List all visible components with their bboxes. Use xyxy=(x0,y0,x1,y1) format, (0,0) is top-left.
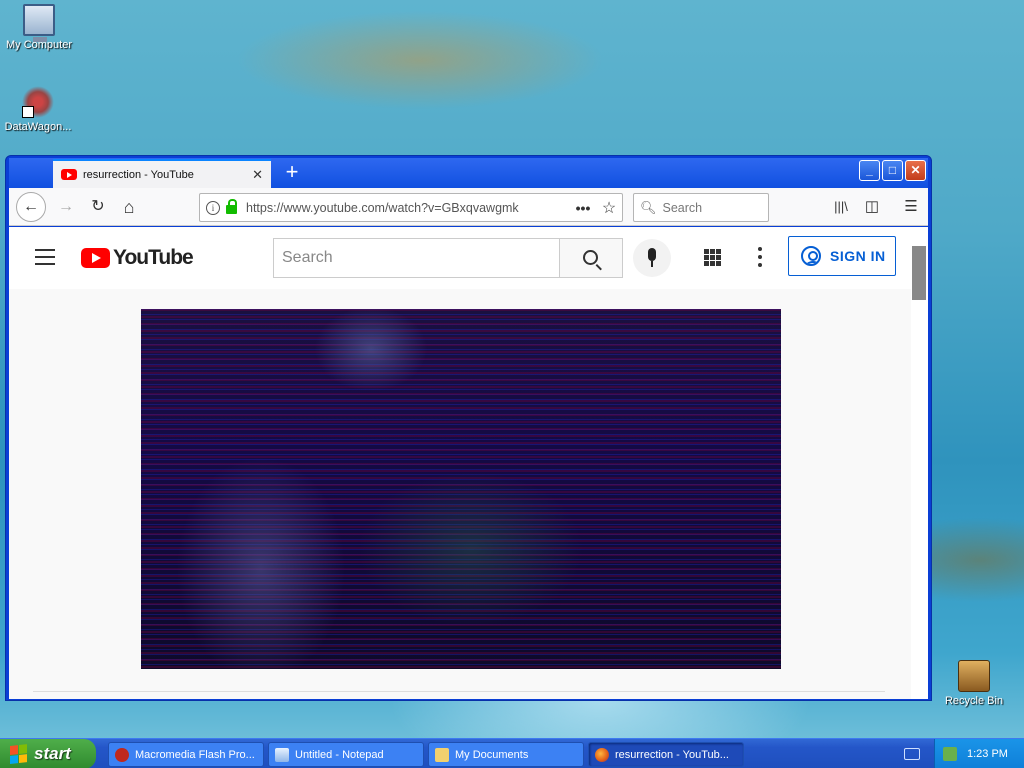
forward-button[interactable]: → xyxy=(53,194,79,220)
clock[interactable]: 1:23 PM xyxy=(967,748,1008,760)
search-icon: 🔍︎ xyxy=(640,199,657,215)
user-account-icon xyxy=(801,246,821,266)
menu-button[interactable]: ☰ xyxy=(899,195,923,219)
youtube-logo-text: YouTube xyxy=(113,246,194,269)
magnifier-icon xyxy=(583,250,598,265)
youtube-play-icon xyxy=(81,248,110,268)
url-text[interactable]: https://www.youtube.com/watch?v=GBxqvawg… xyxy=(246,201,570,215)
sign-in-label: SIGN IN xyxy=(830,248,886,264)
taskbar-item-label: resurrection - YouTub... xyxy=(615,748,729,761)
maximize-button[interactable]: □ xyxy=(882,160,903,181)
sidebar-toggle-button[interactable]: ◫ xyxy=(860,195,884,219)
scrollbar-thumb[interactable] xyxy=(912,246,926,300)
close-tab-icon[interactable]: ✕ xyxy=(252,167,263,183)
taskbar-item-firefox[interactable]: resurrection - YouTub... xyxy=(588,742,744,767)
page-viewport: YouTube Search SIGN IN xyxy=(9,227,925,699)
windows-logo-icon xyxy=(10,744,28,764)
microphone-icon[interactable] xyxy=(633,239,671,277)
new-tab-button[interactable]: + xyxy=(279,161,305,185)
lock-icon xyxy=(226,199,237,214)
bookmark-star-icon[interactable]: ☆ xyxy=(596,198,622,218)
address-bar[interactable]: i https://www.youtube.com/watch?v=GBxqva… xyxy=(199,193,623,222)
desktop-icon-recycle-bin[interactable]: Recycle Bin xyxy=(936,660,1012,707)
minimize-button[interactable]: _ xyxy=(859,160,880,181)
system-tray: 1:23 PM xyxy=(934,739,1024,768)
start-button[interactable]: start xyxy=(0,739,96,768)
tab-title: resurrection - YouTube xyxy=(83,168,194,181)
page-actions-button[interactable]: ••• xyxy=(570,200,596,216)
sign-in-button[interactable]: SIGN IN xyxy=(788,236,896,276)
more-options-icon[interactable] xyxy=(758,247,762,267)
taskbar: start Macromedia Flash Pro... Untitled -… xyxy=(0,738,1024,768)
folder-icon xyxy=(435,747,449,762)
site-info-icon[interactable]: i xyxy=(206,200,220,215)
taskbar-item-flash[interactable]: Macromedia Flash Pro... xyxy=(108,742,264,767)
youtube-favicon-icon xyxy=(61,169,77,180)
reload-button[interactable]: ↻ xyxy=(85,194,111,220)
desktop-icon-my-computer[interactable]: My Computer xyxy=(1,4,77,51)
navigation-toolbar: ← → ↻ ⌂ i https://www.youtube.com/watch?… xyxy=(9,188,928,226)
guide-menu-icon[interactable] xyxy=(35,249,55,265)
divider xyxy=(33,691,885,692)
firefox-icon xyxy=(595,747,609,762)
desktop-icon-label: Recycle Bin xyxy=(944,695,1004,707)
window-controls: _ □ ✕ xyxy=(859,160,926,181)
computer-icon xyxy=(23,4,55,42)
taskbar-item-my-documents[interactable]: My Documents xyxy=(428,742,584,767)
video-player[interactable] xyxy=(141,309,781,669)
network-tray-icon[interactable] xyxy=(943,747,957,761)
home-button[interactable]: ⌂ xyxy=(116,194,142,220)
start-label: start xyxy=(34,744,71,763)
taskbar-item-label: Untitled - Notepad xyxy=(295,748,384,761)
browser-window: resurrection - YouTube ✕ + _ □ ✕ ← → ↻ ⌂… xyxy=(5,155,932,701)
tab-bar: resurrection - YouTube ✕ + _ □ ✕ xyxy=(9,158,928,188)
tab-youtube[interactable]: resurrection - YouTube ✕ xyxy=(53,159,271,188)
taskbar-item-label: My Documents xyxy=(455,748,529,761)
close-window-button[interactable]: ✕ xyxy=(905,160,926,181)
datawagon-icon xyxy=(22,86,54,118)
taskbar-item-notepad[interactable]: Untitled - Notepad xyxy=(268,742,424,767)
search-placeholder: Search xyxy=(662,200,703,215)
notepad-icon xyxy=(275,747,289,762)
keyboard-language-icon[interactable] xyxy=(904,748,920,760)
flash-icon xyxy=(115,747,129,762)
apps-grid-icon[interactable] xyxy=(704,249,721,266)
desktop-icon-datawagon[interactable]: DataWagon... xyxy=(0,86,76,133)
browser-search-field[interactable]: 🔍︎ Search xyxy=(633,193,769,222)
taskbar-item-label: Macromedia Flash Pro... xyxy=(135,748,255,761)
youtube-logo[interactable]: YouTube xyxy=(81,246,194,270)
youtube-search-placeholder: Search xyxy=(282,249,333,266)
recycle-bin-icon xyxy=(958,660,990,692)
youtube-search-button[interactable] xyxy=(559,238,623,278)
youtube-search-input[interactable]: Search xyxy=(273,238,560,278)
desktop-icon-label: DataWagon... xyxy=(4,121,72,133)
library-button[interactable]: |||\ xyxy=(829,195,853,219)
youtube-header: YouTube Search SIGN IN xyxy=(9,227,925,289)
back-button[interactable]: ← xyxy=(16,192,46,222)
